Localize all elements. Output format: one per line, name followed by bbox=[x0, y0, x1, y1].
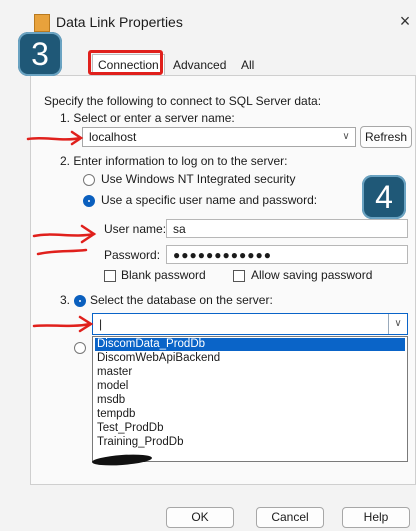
step-badge-4: 4 bbox=[362, 175, 406, 219]
cancel-button[interactable]: Cancel bbox=[256, 507, 324, 528]
chevron-down-icon[interactable]: ∨ bbox=[337, 128, 355, 146]
database-combo[interactable]: | ∨ bbox=[92, 313, 408, 335]
tab-highlight-box bbox=[88, 50, 163, 75]
list-item[interactable]: msdb bbox=[95, 394, 125, 407]
app-icon bbox=[34, 14, 50, 32]
step1-label: 1. Select or enter a server name: bbox=[60, 111, 235, 125]
intro-text: Specify the following to connect to SQL … bbox=[44, 94, 322, 108]
list-item[interactable]: Training_ProdDb bbox=[95, 436, 184, 449]
allow-saving-password-checkbox[interactable] bbox=[233, 270, 245, 282]
step-badge-3: 3 bbox=[18, 32, 62, 76]
close-icon[interactable]: × bbox=[394, 10, 416, 32]
list-item[interactable]: model bbox=[95, 380, 128, 393]
tab-strip: Connection Advanced All bbox=[0, 48, 416, 76]
chevron-down-icon[interactable]: ∨ bbox=[388, 314, 407, 334]
password-label: Password: bbox=[104, 248, 161, 262]
select-database-label: Select the database on the server: bbox=[90, 293, 273, 307]
step3-label: 3. bbox=[60, 293, 71, 307]
help-button[interactable]: Help bbox=[342, 507, 410, 528]
database-value: | bbox=[99, 317, 103, 331]
database-dropdown-list[interactable]: DiscomData_ProdDb DiscomWebApiBackend ma… bbox=[92, 336, 408, 462]
step2-label: 2. Enter information to log on to the se… bbox=[60, 154, 288, 168]
tab-all[interactable]: All bbox=[236, 56, 260, 74]
ok-button[interactable]: OK bbox=[166, 507, 234, 528]
blank-password-checkbox[interactable] bbox=[104, 270, 116, 282]
tab-advanced[interactable]: Advanced bbox=[168, 56, 232, 74]
radio-select-database[interactable] bbox=[74, 295, 86, 307]
window-title: Data Link Properties bbox=[56, 14, 183, 30]
blank-password-label: Blank password bbox=[121, 268, 206, 282]
red-arrow-server-icon bbox=[26, 130, 84, 146]
radio-specific-user-label: Use a specific user name and password: bbox=[101, 193, 318, 207]
username-label: User name: bbox=[104, 222, 167, 236]
list-item[interactable]: DiscomWebApiBackend bbox=[95, 352, 220, 365]
radio-windows-security-label: Use Windows NT Integrated security bbox=[101, 172, 296, 186]
data-link-properties-window: Data Link Properties × Connection Advanc… bbox=[0, 0, 416, 531]
username-value: sa bbox=[173, 222, 186, 236]
list-item[interactable]: master bbox=[95, 366, 132, 379]
password-value: ●●●●●●●●●●●● bbox=[173, 248, 272, 262]
username-input[interactable]: sa bbox=[166, 219, 408, 238]
password-input[interactable]: ●●●●●●●●●●●● bbox=[166, 245, 408, 264]
red-arrow-credentials-icon bbox=[32, 224, 97, 256]
radio-attach-database[interactable] bbox=[74, 342, 86, 354]
refresh-button[interactable]: Refresh bbox=[360, 126, 412, 148]
server-name-combo[interactable]: localhost ∨ bbox=[82, 127, 356, 147]
allow-saving-password-label: Allow saving password bbox=[251, 268, 373, 282]
list-item[interactable]: DiscomData_ProdDb bbox=[95, 338, 405, 351]
radio-windows-security[interactable] bbox=[83, 174, 95, 186]
list-item[interactable]: Test_ProdDb bbox=[95, 422, 163, 435]
radio-specific-user[interactable] bbox=[83, 195, 95, 207]
title-bar: Data Link Properties × bbox=[0, 0, 416, 44]
server-name-value: localhost bbox=[89, 130, 137, 144]
list-item[interactable]: tempdb bbox=[95, 408, 135, 421]
red-arrow-database-icon bbox=[32, 315, 94, 333]
